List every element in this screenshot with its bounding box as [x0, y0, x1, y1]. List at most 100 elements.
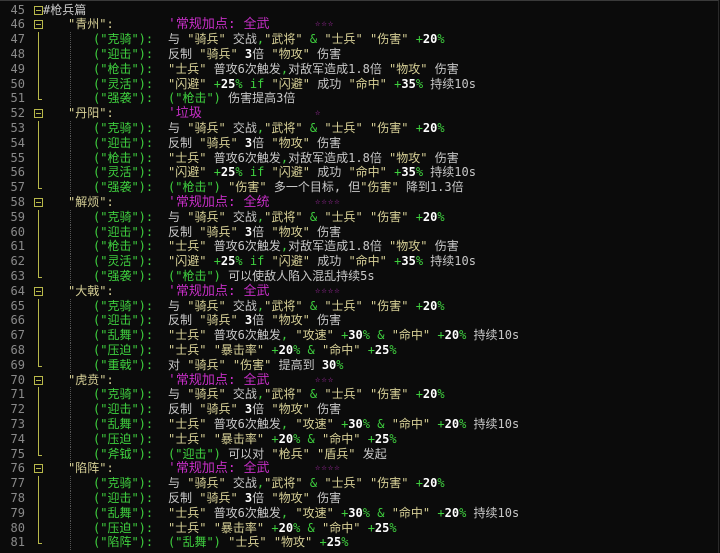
token: "武将" — [264, 120, 303, 135]
code-line[interactable]: 75 ("斧钺"): ("迎击") 可以对 "枪兵" "盾兵" 发起 — [0, 446, 718, 462]
code-line[interactable]: 67 ("乱舞"): "士兵" 普攻6次触发, "攻速" +30% & "命中" +… — [0, 328, 718, 344]
token: 伤害 — [427, 61, 459, 76]
indent-guide — [70, 387, 72, 403]
code-line[interactable]: 46 "青州": '常规加点: 全武 ☆☆☆ — [0, 17, 718, 32]
unit-note: '常规加点: 全武 — [168, 284, 269, 299]
code-line[interactable]: 81 ("陷阵"): ("乱舞") "士兵" "物攻" +25% — [0, 535, 718, 551]
code-line[interactable]: 76 "陷阵": '常规加点: 全武 ☆☆☆☆ — [0, 461, 718, 476]
code-line[interactable]: 64 "大戟": '常规加点: 全武 ☆☆☆☆ — [0, 284, 718, 299]
token: "物攻" — [271, 402, 310, 417]
code-editor[interactable]: 45 #枪兵篇 46 "青州": '常规加点: 全武 ☆☆☆ 47 ("克骑"): 与 "骑兵"… — [0, 0, 719, 553]
token: + — [213, 165, 221, 180]
code-line[interactable]: 52 "丹阳": '垃圾 ☆ — [0, 106, 718, 121]
indent-guide — [70, 224, 72, 240]
code-line[interactable]: 47 ("克骑"): 与 "骑兵" 交战,"武将" & "士兵" "伤害" +20% — [0, 32, 718, 48]
token: "命中" — [322, 520, 361, 535]
code-line[interactable]: 61 ("枪击"): "士兵" 普攻6次触发,对敌军造成1.8倍 "物攻" 伤害 — [0, 239, 718, 255]
code-line[interactable]: 78 ("迎击"): 反制 "骑兵" 3倍 "物攻" 伤害 — [0, 490, 718, 506]
skill-description: 反制 "骑兵" 3倍 "物攻" 伤害 — [168, 225, 341, 240]
token: "骑兵" — [199, 46, 238, 61]
skill-description: 反制 "骑兵" 3倍 "物攻" 伤害 — [168, 491, 341, 506]
indent-guide — [70, 165, 72, 181]
code-line[interactable]: 58 "解烦": '常规加点: 全统 ☆☆☆☆ — [0, 195, 718, 210]
token: "陷阵": — [68, 461, 114, 476]
token: "暴击率" — [213, 431, 265, 446]
code-line[interactable]: 72 ("迎击"): 反制 "骑兵" 3倍 "物攻" 伤害 — [0, 402, 718, 418]
code-line[interactable]: 49 ("枪击"): "士兵" 普攻6次触发,对敌军造成1.8倍 "物攻" 伤害 — [0, 61, 718, 77]
code-line[interactable]: 50 ("灵活"): "闪避" +25% if "闪避" 成功 "命中" +35% … — [0, 76, 718, 92]
token: "攻速" — [295, 328, 334, 343]
code-line[interactable]: 51 ("强袭"): ("枪击") 伤害提高3倍 — [0, 91, 718, 107]
indent-guide — [70, 490, 72, 506]
code-line[interactable]: 66 ("迎击"): 反制 "骑兵" 3倍 "物攻" 伤害 — [0, 313, 718, 329]
line-number: 73 — [10, 416, 25, 431]
token: "士兵" — [324, 120, 363, 135]
code-line[interactable]: 62 ("灵活"): "闪避" +25% if "闪避" 成功 "命中" +35% … — [0, 254, 718, 270]
skill-description: 与 "骑兵" 交战,"武将" & "士兵" "伤害" +20% — [168, 32, 445, 47]
token: & — [309, 298, 318, 313]
skill-description: 与 "骑兵" 交战,"武将" & "士兵" "伤害" +20% — [168, 299, 445, 314]
code-line[interactable]: 71 ("克骑"): 与 "骑兵" 交战,"武将" & "士兵" "伤害" +20% — [0, 387, 718, 403]
token: ("克骑"): — [93, 298, 154, 313]
token: % — [437, 120, 445, 135]
code-line[interactable]: 65 ("克骑"): 与 "骑兵" 交战,"武将" & "士兵" "伤害" +20% — [0, 298, 718, 314]
token: "闪避" — [271, 254, 310, 269]
token: "大戟": — [68, 283, 114, 298]
code-line[interactable]: 54 ("迎击"): 反制 "骑兵" 3倍 "物攻" 伤害 — [0, 135, 718, 151]
code-line[interactable]: 45 #枪兵篇 — [0, 3, 718, 18]
skill-description: ("乱舞") "士兵" "物攻" +25% — [168, 535, 348, 550]
token: "士兵" — [228, 535, 267, 550]
token: "命中" — [391, 505, 431, 520]
code-line[interactable]: 57 ("强袭"): ("枪击") "伤害" 多一个目标, 但"伤害" 降到1.3倍 — [0, 180, 718, 196]
code-line[interactable]: 70 "虎贲": '常规加点: 全武 ☆☆☆ — [0, 373, 718, 388]
code-line[interactable]: 60 ("迎击"): 反制 "骑兵" 3倍 "物攻" 伤害 — [0, 224, 718, 240]
code-line[interactable]: 59 ("克骑"): 与 "骑兵" 交战,"武将" & "士兵" "伤害" +20% — [0, 209, 718, 225]
code-line[interactable]: 63 ("强袭"): ("枪击") 可以使敌人陷入混乱持续5s — [0, 268, 718, 284]
token: 20 — [422, 298, 438, 313]
token: 降到1.3倍 — [398, 180, 464, 195]
token: "士兵" — [168, 150, 207, 165]
token: 35 — [401, 165, 416, 180]
token: 与 — [168, 298, 188, 313]
code-line[interactable]: 48 ("迎击"): 反制 "骑兵" 3倍 "物攻" 伤害 — [0, 46, 718, 62]
token: 35 — [401, 76, 416, 91]
fold-toggle-icon[interactable] — [33, 284, 44, 299]
fold-toggle-icon[interactable] — [33, 373, 44, 388]
token: "解烦": — [68, 194, 114, 209]
code-line[interactable]: 77 ("克骑"): 与 "骑兵" 交战,"武将" & "士兵" "伤害" +20% — [0, 476, 718, 492]
fold-toggle-icon[interactable] — [33, 461, 44, 476]
code-line[interactable]: 79 ("乱舞"): "士兵" 普攻6次触发, "攻速" +30% & "命中" +… — [0, 505, 718, 521]
code-line[interactable]: 80 ("压迫"): "士兵" "暴击率" +20% & "命中" +25% — [0, 520, 718, 536]
code-line[interactable]: 69 ("重戟"): 对 "骑兵" "伤害" 提高到 30% — [0, 357, 718, 373]
unit-key: "青州": — [68, 17, 114, 32]
token: "闪避" — [168, 254, 207, 269]
fold-guide-icon — [33, 402, 44, 418]
skill-description: 反制 "骑兵" 3倍 "物攻" 伤害 — [168, 313, 341, 328]
fold-guide-icon — [33, 328, 44, 344]
code-line[interactable]: 55 ("枪击"): "士兵" 普攻6次触发,对敌军造成1.8倍 "物攻" 伤害 — [0, 150, 718, 166]
fold-toggle-icon[interactable] — [33, 17, 44, 32]
token: "士兵" — [168, 239, 207, 254]
code-line[interactable]: 74 ("压迫"): "士兵" "暴击率" +20% & "命中" +25% — [0, 431, 718, 447]
token: "枪兵" — [271, 446, 310, 461]
token: % — [336, 357, 344, 372]
code-line[interactable]: 68 ("压迫"): "士兵" "暴击率" +20% & "命中" +25% — [0, 342, 718, 358]
code-line[interactable]: 53 ("克骑"): 与 "骑兵" 交战,"武将" & "士兵" "伤害" +20% — [0, 120, 718, 136]
token: 反制 — [168, 224, 200, 239]
token: % — [437, 32, 445, 47]
fold-toggle-icon[interactable] — [33, 195, 44, 210]
skill-key: ("克骑"): — [93, 476, 153, 491]
token: "命中" — [391, 328, 431, 343]
code-line[interactable]: 73 ("乱舞"): "士兵" 普攻6次触发, "攻速" +30% & "命中" +… — [0, 416, 718, 432]
line-number: 56 — [10, 165, 25, 180]
code-line[interactable]: 56 ("灵活"): "闪避" +25% if "闪避" 成功 "命中" +35% … — [0, 165, 718, 181]
fold-toggle-icon[interactable] — [33, 106, 44, 121]
